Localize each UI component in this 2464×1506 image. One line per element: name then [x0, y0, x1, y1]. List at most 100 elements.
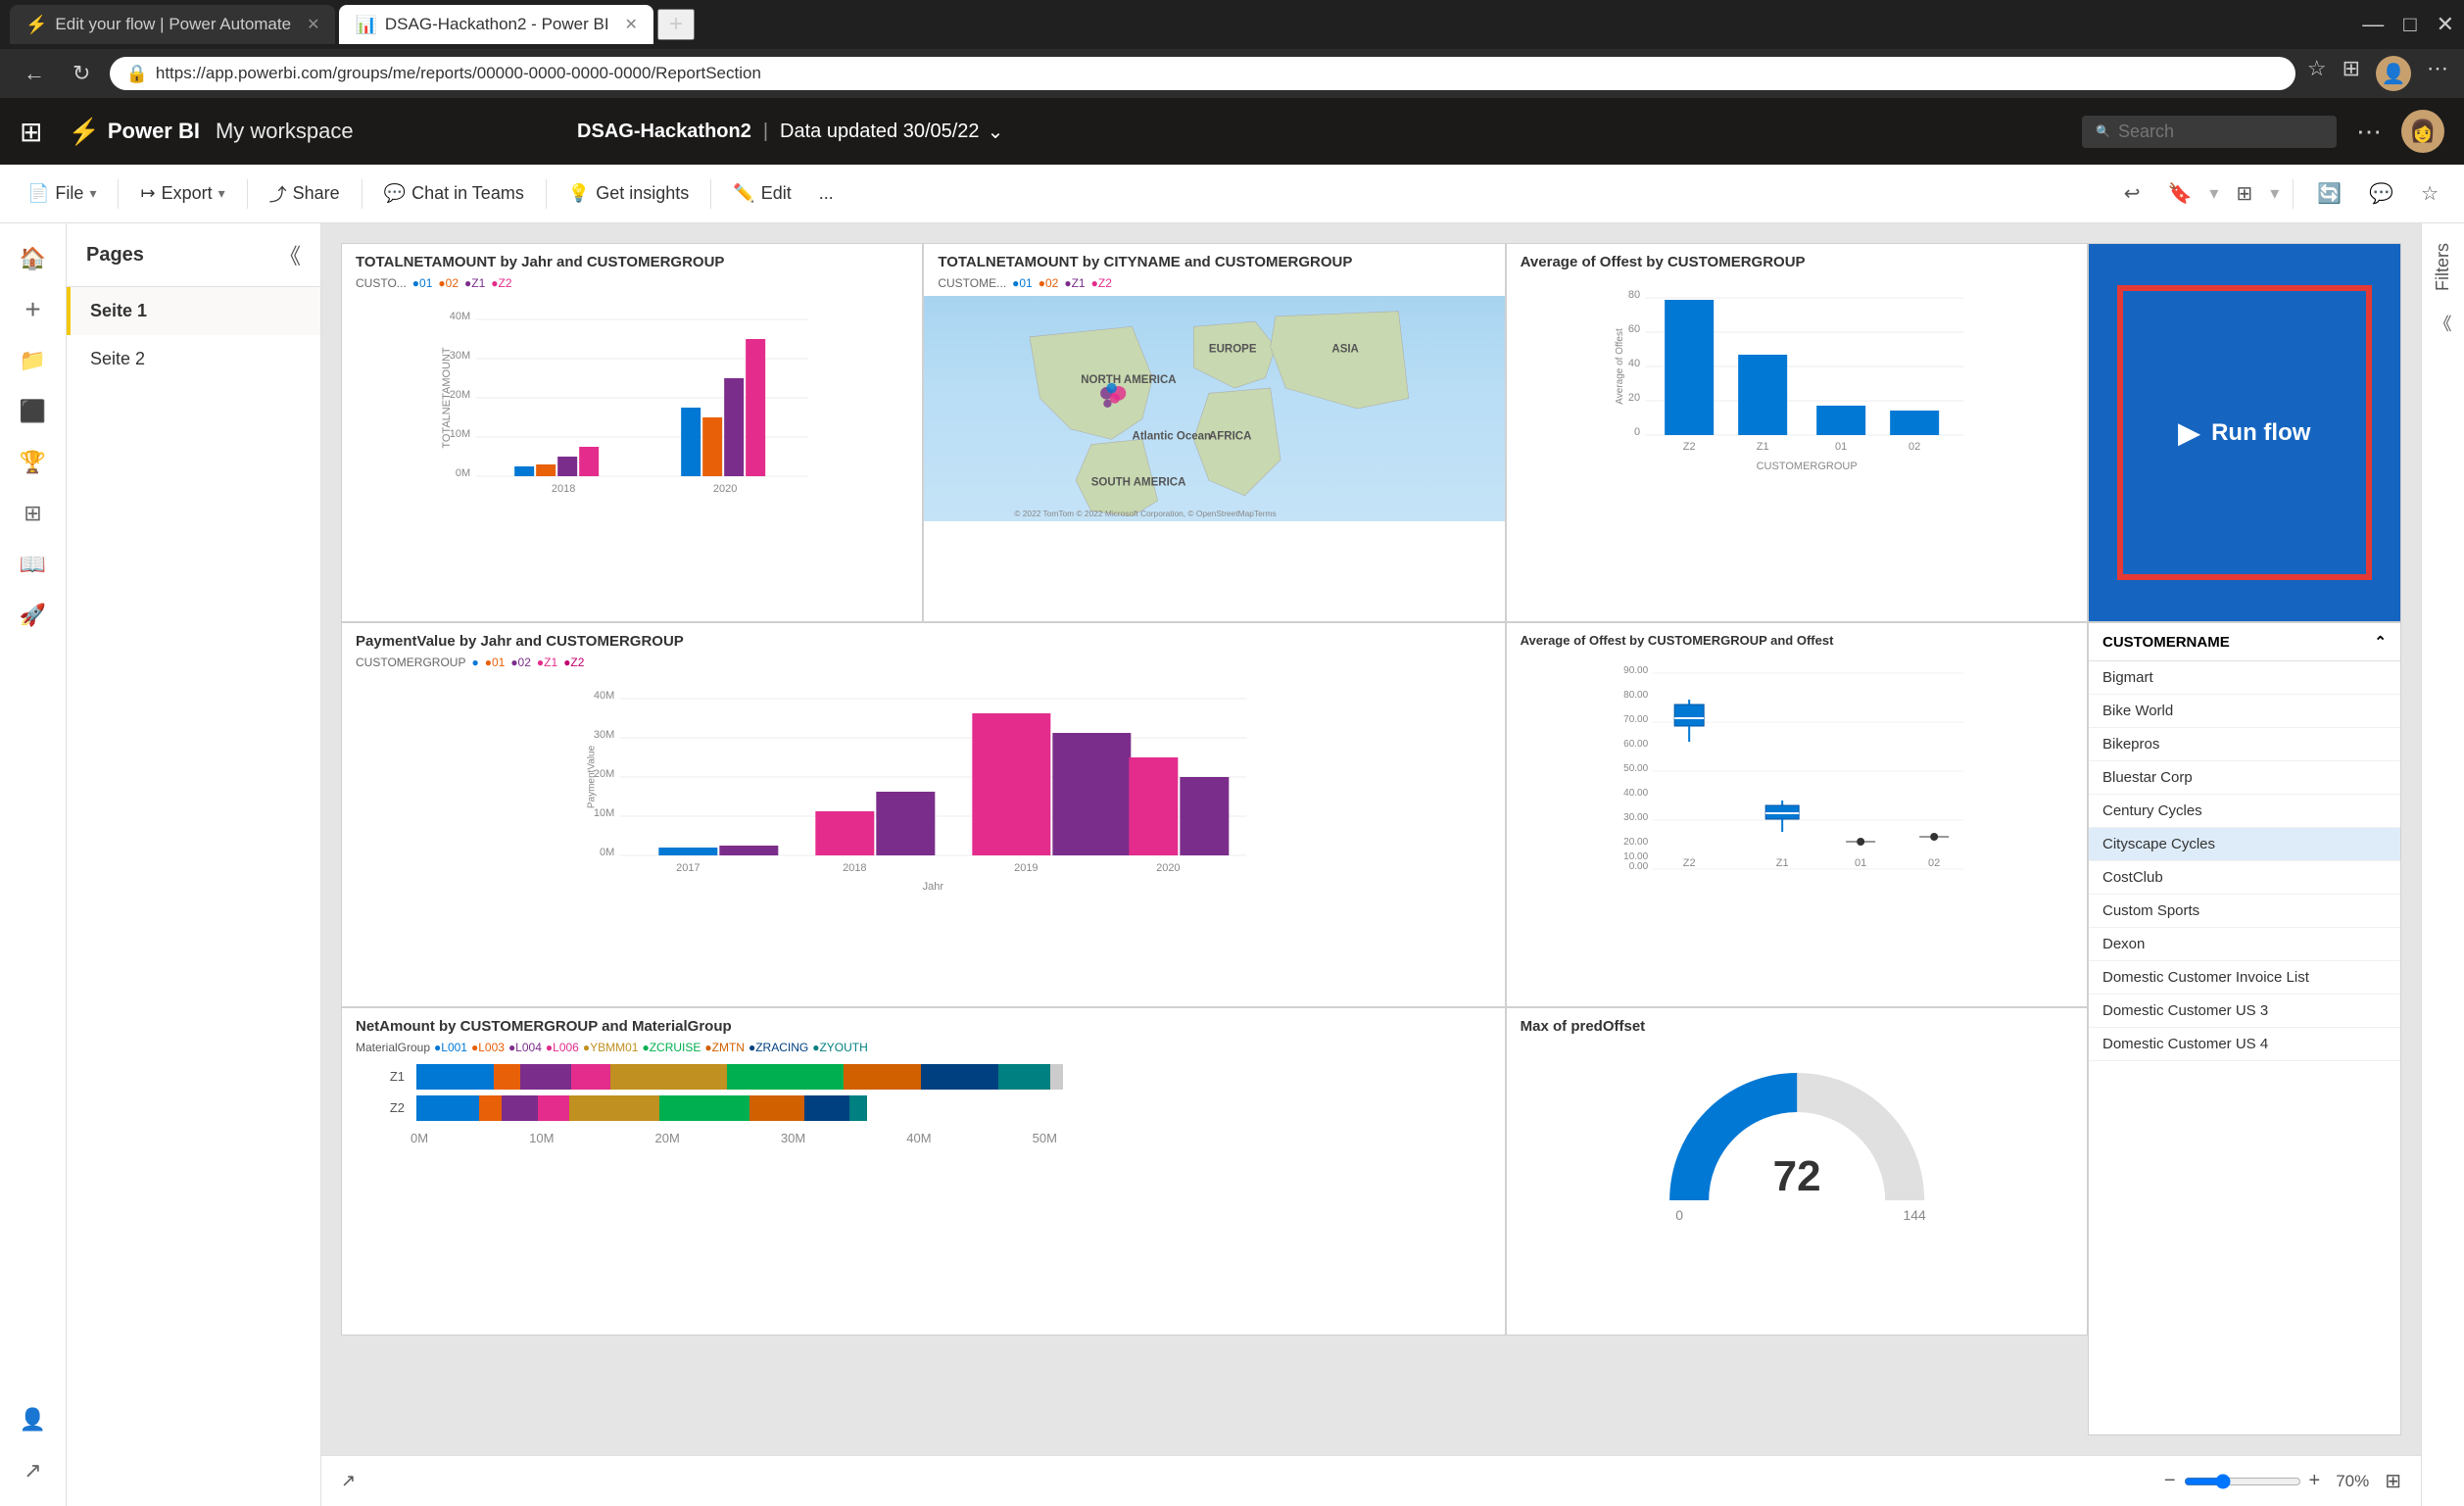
chart5-area[interactable]: 90.00 80.00 70.00 60.00 50.00 40.00 30.0… [1507, 652, 2087, 892]
page-item-seite2[interactable]: Seite 2 [67, 335, 320, 383]
zoom-controls: − + 70% ⊞ [2164, 1469, 2401, 1493]
filters-label[interactable]: Filters [2425, 231, 2461, 303]
sidebar-folder[interactable]: 📁 [10, 337, 57, 384]
customer-list-header: CUSTOMERNAME ⌃ [2089, 623, 2400, 661]
chevron-view[interactable]: ▾ [2270, 183, 2279, 204]
customer-domestic-us4[interactable]: Domestic Customer US 4 [2089, 1028, 2400, 1061]
minimize-button[interactable]: — [2362, 12, 2384, 37]
svg-text:72: 72 [1772, 1152, 1820, 1200]
chart4-area[interactable]: 40M 30M 20M 10M 0M PaymentValue [342, 675, 1505, 905]
zoom-slider[interactable] [2184, 1474, 2301, 1489]
separator-1 [118, 179, 119, 209]
topbar-search[interactable]: 🔍 [2082, 116, 2337, 148]
collapse-pages-button[interactable]: 《 [279, 239, 301, 270]
run-flow-button[interactable]: ▶ Run flow [2179, 416, 2311, 449]
pages-title: Pages [86, 244, 144, 267]
waffle-icon[interactable]: ⊞ [20, 116, 42, 148]
gauge-container[interactable]: 72 0 144 [1507, 1039, 2087, 1235]
sidebar-deploy[interactable]: 🚀 [10, 592, 57, 639]
fit-page-button[interactable]: ⊞ [2385, 1469, 2401, 1493]
maximize-button[interactable]: □ [2403, 12, 2416, 37]
customer-century[interactable]: Century Cycles [2089, 795, 2400, 828]
tab-title-1: Edit your flow | Power Automate [55, 15, 291, 34]
customer-bluestar[interactable]: Bluestar Corp [2089, 761, 2400, 795]
refresh-report-button[interactable]: 🔄 [2307, 175, 2351, 212]
user-avatar[interactable]: 👩 [2401, 110, 2444, 153]
sidebar-learn[interactable]: 📖 [10, 541, 57, 588]
browser-more-icon[interactable]: ⋯ [2427, 56, 2448, 91]
chart1-area[interactable]: 40M 30M 20M 10M 0M TOTALN [342, 296, 922, 507]
map-container[interactable]: NORTH AMERICA EUROPE ASIA Atlantic Ocean… [924, 296, 1504, 521]
page-item-seite1[interactable]: Seite 1 [67, 287, 320, 335]
share-button[interactable]: ⤴ Share [258, 175, 352, 213]
sidebar-profile[interactable]: 👤 [10, 1396, 57, 1443]
chart1-legend: CUSTO... ●01 ●02 ●Z1 ●Z2 [342, 274, 922, 296]
customer-bike-world[interactable]: Bike World [2089, 695, 2400, 728]
export-button[interactable]: ↦ Export ▾ [128, 177, 236, 210]
topbar-more-icon[interactable]: ⋯ [2356, 117, 2382, 147]
svg-text:20: 20 [1628, 392, 1640, 404]
view-button[interactable]: ⊞ [2226, 175, 2262, 212]
back-button[interactable]: ← [16, 57, 53, 90]
address-bar[interactable]: 🔒 https://app.powerbi.com/groups/me/repo… [110, 57, 2295, 90]
run-flow-panel[interactable]: ▶ Run flow [2088, 243, 2401, 622]
sidebar-metrics[interactable]: ⊞ [10, 490, 57, 537]
tab-close-2[interactable]: ✕ [625, 15, 638, 34]
comment-button[interactable]: 💬 [2359, 175, 2403, 212]
tab-power-automate[interactable]: ⚡ Edit your flow | Power Automate ✕ [10, 5, 335, 44]
topbar: ⊞ ⚡ Power BI My workspace DSAG-Hackathon… [0, 98, 2464, 165]
file-label: File [55, 183, 83, 204]
chevron-bookmark[interactable]: ▾ [2209, 183, 2218, 204]
new-tab-button[interactable]: + [657, 9, 695, 40]
customer-bigmart[interactable]: Bigmart [2089, 661, 2400, 695]
close-window-button[interactable]: ✕ [2437, 12, 2454, 37]
collapse-right-icon[interactable]: 《 [2427, 303, 2460, 344]
customer-cityscape[interactable]: Cityscape Cycles [2089, 828, 2400, 861]
toolbar-right: ↩ 🔖 ▾ ⊞ ▾ 🔄 💬 ☆ [2114, 175, 2448, 212]
customer-domestic-us3[interactable]: Domestic Customer US 3 [2089, 995, 2400, 1028]
customer-list-scroll[interactable]: ⌃ [2374, 633, 2387, 651]
data-updated[interactable]: Data updated 30/05/22 ⌄ [780, 120, 1003, 144]
bookmark-button[interactable]: 🔖 [2157, 175, 2201, 212]
zoom-in-button[interactable]: + [2309, 1470, 2321, 1492]
chart6-bars[interactable]: Z1 [342, 1056, 1505, 1153]
tab-power-bi[interactable]: 📊 DSAG-Hackathon2 - Power BI ✕ [339, 5, 652, 44]
svg-text:144: 144 [1903, 1207, 1926, 1223]
sidebar-add[interactable]: + [10, 286, 57, 333]
run-flow-inner: ▶ Run flow [2117, 285, 2373, 579]
file-button[interactable]: 📄 File ▾ [16, 177, 108, 210]
svg-text:0: 0 [1634, 426, 1640, 438]
profile-nav-icon[interactable]: 👤 [2376, 56, 2411, 91]
customer-dexon[interactable]: Dexon [2089, 928, 2400, 961]
sidebar-apps[interactable]: ⬛ [10, 388, 57, 435]
search-input[interactable] [2118, 121, 2304, 142]
chart-map: TOTALNETAMOUNT by CITYNAME and CUSTOMERG… [923, 243, 1505, 622]
chart3-area[interactable]: 80 60 40 20 0 Average of [1507, 274, 2087, 505]
tab-close-1[interactable]: ✕ [307, 15, 319, 34]
chat-teams-button[interactable]: 💬 Chat in Teams [372, 177, 536, 210]
more-options-button[interactable]: ... [807, 177, 845, 210]
customer-costclub[interactable]: CostClub [2089, 861, 2400, 895]
customer-domestic-invoice[interactable]: Domestic Customer Invoice List [2089, 961, 2400, 995]
sidebar-data[interactable]: 🏆 [10, 439, 57, 486]
app-shell: ⊞ ⚡ Power BI My workspace DSAG-Hackathon… [0, 98, 2464, 1506]
collections-icon[interactable]: ⊞ [2343, 56, 2360, 91]
file-icon: 📄 [27, 183, 49, 204]
svg-text:80.00: 80.00 [1623, 690, 1648, 701]
expand-icon[interactable]: ↗ [341, 1471, 356, 1491]
customer-bikepros[interactable]: Bikepros [2089, 728, 2400, 761]
customer-custom-sports[interactable]: Custom Sports [2089, 895, 2400, 928]
sidebar-external[interactable]: ↗ [10, 1447, 57, 1494]
zoom-out-button[interactable]: − [2164, 1470, 2176, 1492]
edit-button[interactable]: ✏️ Edit [721, 177, 802, 210]
svg-text:Z2: Z2 [1682, 857, 1695, 869]
refresh-button[interactable]: ↻ [65, 57, 98, 90]
insights-button[interactable]: 💡 Get insights [556, 177, 701, 210]
chart-totalnetamount-by-jahr: TOTALNETAMOUNT by Jahr and CUSTOMERGROUP… [341, 243, 923, 622]
star-button[interactable]: ☆ [2411, 175, 2448, 212]
svg-text:Atlantic Ocean: Atlantic Ocean [1133, 430, 1212, 442]
favorites-icon[interactable]: ☆ [2307, 56, 2327, 91]
tab-title-2: DSAG-Hackathon2 - Power BI [385, 15, 609, 34]
undo-button[interactable]: ↩ [2114, 175, 2150, 212]
sidebar-home[interactable]: 🏠 [10, 235, 57, 282]
